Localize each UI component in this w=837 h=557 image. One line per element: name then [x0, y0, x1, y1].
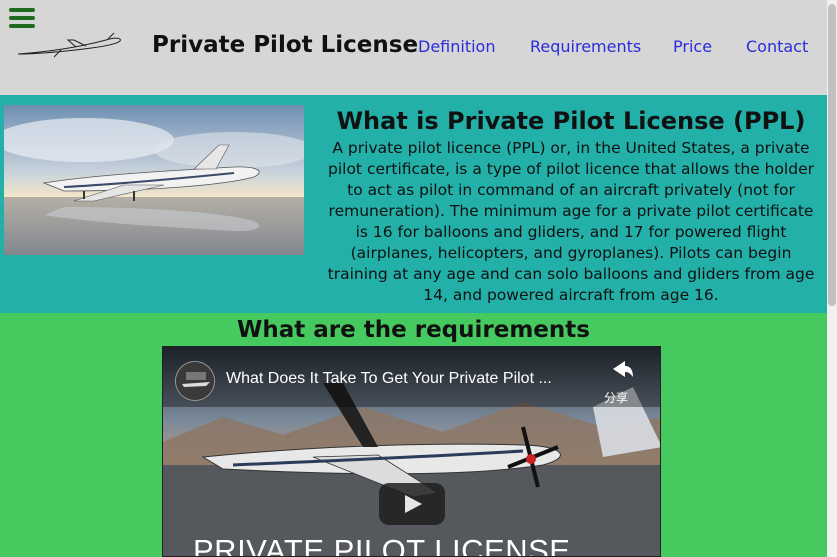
video-title[interactable]: What Does It Take To Get Your Private Pi…	[226, 370, 552, 388]
requirements-section: What are the requirements What Does It T…	[0, 313, 827, 557]
nav-link-definition[interactable]: Definition	[418, 37, 495, 56]
definition-title: What is Private Pilot License (PPL)	[336, 107, 806, 135]
scrollbar-thumb[interactable]	[828, 4, 836, 306]
video-caption: PRIVATE PILOT LICENSE	[193, 533, 571, 557]
nav-link-contact[interactable]: Contact	[746, 37, 808, 56]
channel-avatar[interactable]	[175, 361, 215, 401]
site-title: Private Pilot License	[152, 32, 419, 58]
site-header: Private Pilot License Definition Require…	[0, 0, 827, 95]
private-jet-image	[4, 105, 304, 255]
share-button[interactable]: 分享	[604, 389, 628, 406]
nav-link-requirements[interactable]: Requirements	[530, 37, 641, 56]
definition-text: A private pilot licence (PPL) or, in the…	[327, 139, 815, 304]
definition-section: What is Private Pilot License (PPL) A pr…	[0, 95, 827, 313]
hamburger-menu-icon[interactable]	[9, 8, 35, 30]
youtube-video-embed[interactable]: What Does It Take To Get Your Private Pi…	[162, 346, 661, 557]
requirements-title: What are the requirements	[237, 317, 590, 343]
play-button-icon[interactable]	[379, 483, 445, 525]
airplane-logo	[17, 32, 121, 58]
page-scrollbar[interactable]	[827, 0, 837, 557]
nav-link-price[interactable]: Price	[673, 37, 712, 56]
